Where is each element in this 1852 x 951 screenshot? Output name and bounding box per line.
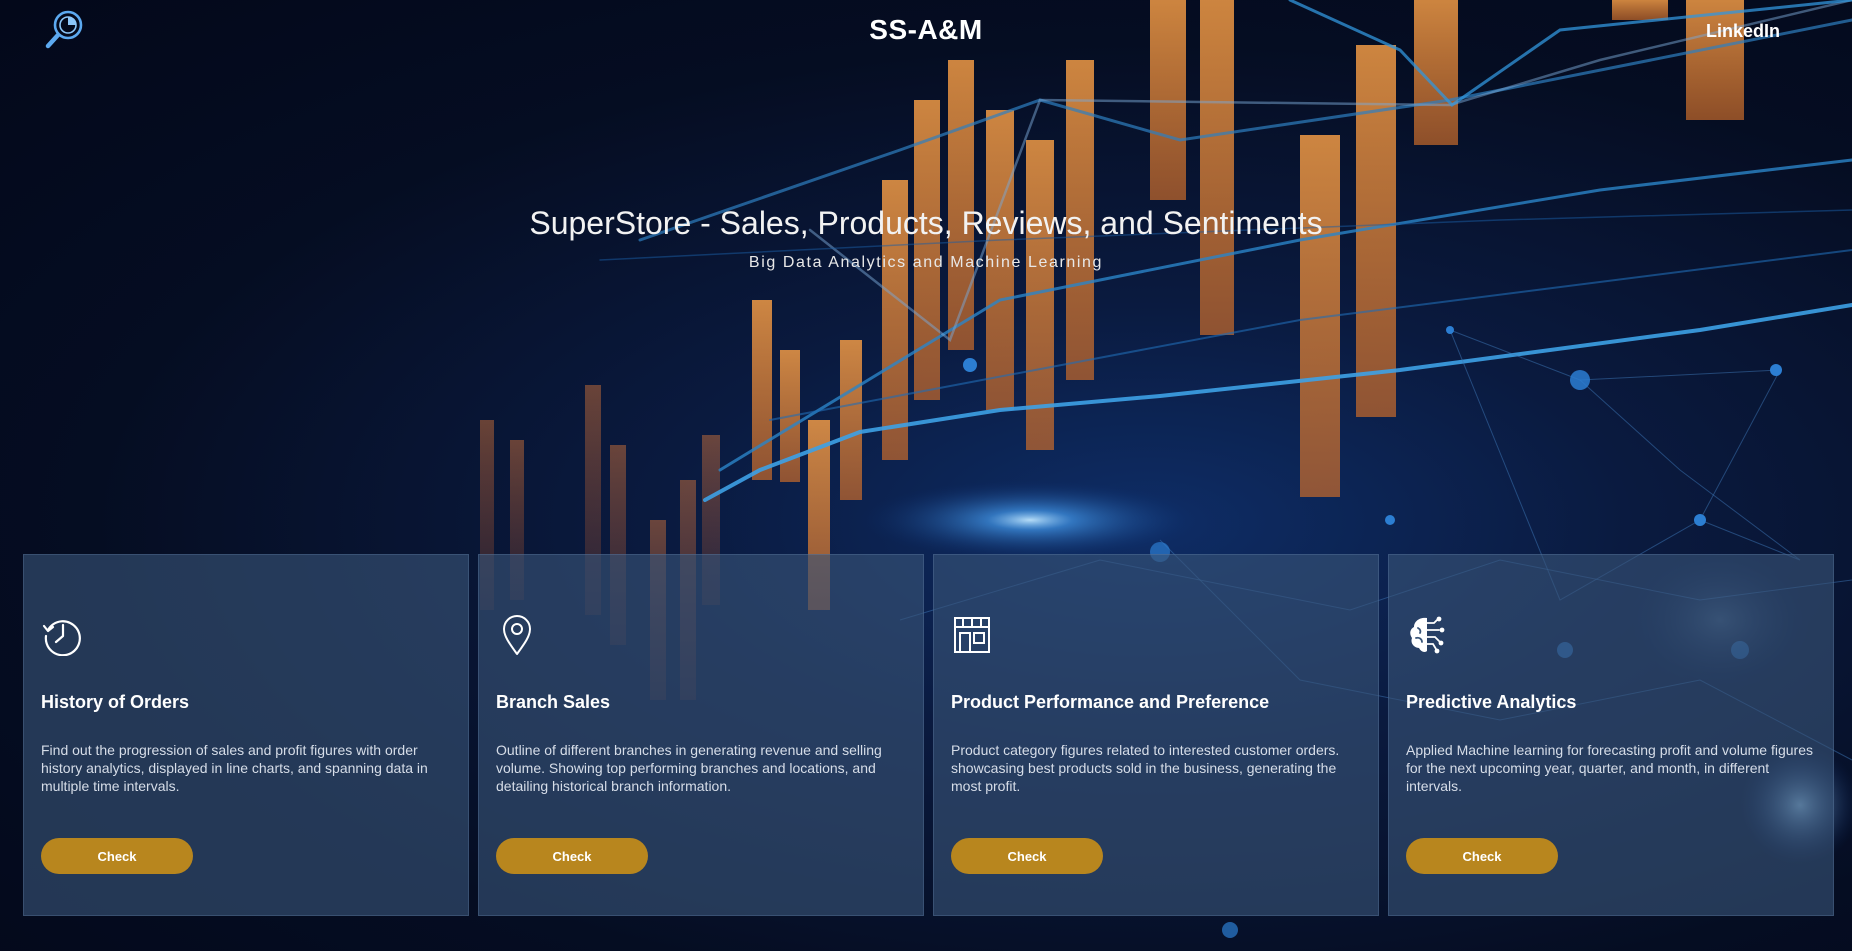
feature-cards: History of Orders Find out the progressi… bbox=[23, 554, 1834, 916]
storefront-icon bbox=[954, 617, 990, 653]
card-history-of-orders: History of Orders Find out the progressi… bbox=[23, 554, 469, 916]
check-button[interactable]: Check bbox=[496, 838, 648, 874]
brain-circuit-icon bbox=[1410, 616, 1445, 654]
card-description: Applied Machine learning for forecasting… bbox=[1406, 742, 1814, 794]
hero-subtitle: Big Data Analytics and Machine Learning bbox=[748, 254, 1104, 271]
check-button[interactable]: Check bbox=[41, 838, 193, 874]
card-description: Product category figures related to inte… bbox=[951, 742, 1340, 794]
page: SS-A&M LinkedIn SuperStore - Sales, Prod… bbox=[0, 0, 1852, 951]
card-description: Outline of different branches in generat… bbox=[496, 742, 882, 794]
hero-title: SuperStore - Sales, Products, Reviews, a… bbox=[529, 205, 1323, 241]
card-title: History of Orders bbox=[41, 692, 190, 712]
card-description: Find out the progression of sales and pr… bbox=[41, 742, 428, 794]
map-pin-icon bbox=[503, 615, 531, 655]
history-clock-icon bbox=[42, 620, 81, 656]
card-title: Product Performance and Preference bbox=[951, 692, 1270, 712]
card-title: Predictive Analytics bbox=[1406, 692, 1577, 712]
card-product-performance: Product Performance and Preference Produ… bbox=[933, 554, 1379, 916]
linkedin-link[interactable]: LinkedIn bbox=[1706, 21, 1780, 42]
check-button[interactable]: Check bbox=[1406, 838, 1558, 874]
check-button[interactable]: Check bbox=[951, 838, 1103, 874]
card-branch-sales: Branch Sales Outline of different branch… bbox=[478, 554, 924, 916]
card-title: Branch Sales bbox=[496, 692, 611, 712]
brand-title: SS-A&M bbox=[869, 14, 983, 45]
card-predictive-analytics: Predictive Analytics Applied Machine lea… bbox=[1388, 554, 1834, 916]
